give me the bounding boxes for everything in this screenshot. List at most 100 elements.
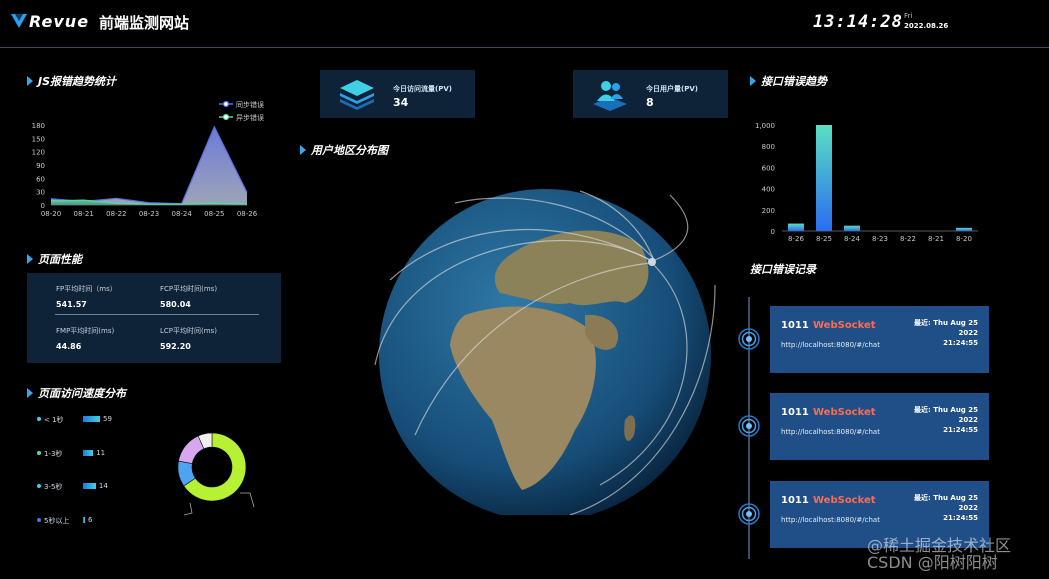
watermark: @稀土掘金技术社区 CSDN @阳树阳树 <box>867 537 1011 571</box>
error-url: http://localhost:8080/#/chat <box>781 516 880 524</box>
error-type: WebSocket <box>813 320 876 331</box>
legend-swatch-dot <box>222 113 230 121</box>
bar <box>788 223 804 231</box>
weekday: Fri <box>904 12 913 20</box>
section-map-title: 用户地区分布图 <box>311 144 388 157</box>
user-region-globe[interactable] <box>370 185 740 515</box>
users-icon <box>593 81 627 111</box>
bar <box>844 225 860 231</box>
legend-label: 同步错误 <box>236 100 264 109</box>
section-marker-icon <box>27 388 33 398</box>
error-time: 最近: Thu Aug 25 2022 21:24:55 <box>898 405 978 435</box>
x-tick-label: 8-21 <box>928 235 944 243</box>
section-marker-icon <box>27 76 33 86</box>
section-perf-title: 页面性能 <box>38 253 82 266</box>
globe-hotspot <box>648 258 656 266</box>
timeline-node-icon <box>738 415 760 437</box>
x-tick-label: 08-24 <box>171 210 192 218</box>
timeline-node-icon <box>738 328 760 350</box>
fp-label: FP平均时间（ms） <box>56 285 117 293</box>
speed-dot <box>37 518 41 522</box>
x-tick-label: 8-20 <box>956 235 972 243</box>
fmp-value: 44.86 <box>56 342 82 351</box>
fcp-label: FCP平均时间(ms) <box>160 285 218 293</box>
lcp-value: 592.20 <box>160 342 191 351</box>
x-tick-label: 08-25 <box>204 210 224 218</box>
error-time-line1: 最近: Thu Aug 25 2022 <box>913 494 978 512</box>
watermark-line2: CSDN @阳树阳树 <box>867 553 998 572</box>
error-code: 1011 <box>781 407 809 418</box>
error-time-line1: 最近: Thu Aug 25 2022 <box>913 406 978 424</box>
section-marker-icon <box>300 145 306 155</box>
speed-bar <box>83 517 85 523</box>
error-code: 1011 <box>781 495 809 506</box>
lcp-label: LCP平均时间(ms) <box>160 327 217 335</box>
series-area <box>51 126 247 205</box>
pv-label: 今日访问流量(PV) <box>393 85 452 93</box>
speed-bar <box>83 450 94 456</box>
donut-leader-line <box>183 502 193 516</box>
speed-label: 3-5秒 <box>44 483 63 491</box>
speed-label: 5秒以上 <box>44 517 70 525</box>
error-time-line1: 最近: Thu Aug 25 2022 <box>913 319 978 337</box>
perf-divider <box>55 314 259 315</box>
legend-swatch-dot <box>222 100 230 108</box>
pv-stat-card: 今日访问流量(PV) 34 <box>320 70 475 118</box>
section-api-trend: 接口错误趋势 <box>750 73 827 89</box>
pv-value: 34 <box>393 96 409 109</box>
section-api-trend-title: 接口错误趋势 <box>761 75 827 88</box>
section-map: 用户地区分布图 <box>300 142 388 158</box>
y-tick-label: 150 <box>32 135 45 143</box>
brand-name: Revue <box>29 12 90 31</box>
section-js-trend: JS报错趋势统计 <box>27 73 116 89</box>
y-tick-label: 800 <box>762 143 775 151</box>
section-marker-icon <box>750 76 756 86</box>
layers-icon <box>340 80 374 110</box>
clock: 13:14:28 <box>813 12 903 32</box>
error-record-card[interactable]: 1011 WebSocket 最近: Thu Aug 25 2022 21:24:55… <box>770 393 989 460</box>
x-tick-label: 8-25 <box>816 235 832 243</box>
error-code: 1011 <box>781 320 809 331</box>
y-tick-label: 120 <box>32 149 45 157</box>
x-tick-label: 08-23 <box>139 210 159 218</box>
speed-dot <box>37 484 41 488</box>
y-tick-label: 90 <box>36 162 45 170</box>
js-error-trend-chart: 0 30 60 90 120 150 180 08-20 08-21 08-22 08-23 08-2… <box>32 100 264 218</box>
y-tick-label: 0 <box>771 228 775 236</box>
speed-label: < 1秒 <box>44 416 64 424</box>
site-title: 前端监测网站 <box>99 14 190 32</box>
x-tick-label: 08-20 <box>41 210 61 218</box>
error-time-line2: 21:24:55 <box>943 426 978 434</box>
speed-bar <box>83 416 100 422</box>
fmp-label: FMP平均时间(ms) <box>56 327 115 335</box>
speed-dot <box>37 451 41 455</box>
x-tick-label: 08-22 <box>106 210 126 218</box>
legend-label: 异步错误 <box>236 113 264 122</box>
error-time-line2: 21:24:55 <box>943 514 978 522</box>
error-time: 最近: Thu Aug 25 2022 21:24:55 <box>898 493 978 523</box>
y-tick-label: 1,000 <box>755 122 775 130</box>
bar <box>816 125 832 231</box>
donut-leader-line <box>240 492 255 508</box>
speed-label: 1-3秒 <box>44 450 63 458</box>
watermark-line1: @稀土掘金技术社区 <box>867 536 1012 555</box>
performance-panel: FP平均时间（ms） 541.57 FCP平均时间(ms) 580.04 FMP… <box>27 273 281 363</box>
y-tick-label: 400 <box>762 186 775 194</box>
speed-bar <box>83 483 96 489</box>
section-api-log: 接口错误记录 <box>750 261 816 277</box>
speed-value: 14 <box>98 482 108 490</box>
y-tick-label: 60 <box>36 175 45 183</box>
x-tick-label: 8-22 <box>900 235 916 243</box>
date: 2022.08.26 <box>904 22 949 30</box>
speed-value: 59 <box>103 415 112 423</box>
timeline-node-icon <box>738 503 760 525</box>
section-marker-icon <box>27 254 33 264</box>
section-perf: 页面性能 <box>27 251 82 267</box>
error-url: http://localhost:8080/#/chat <box>781 341 880 349</box>
error-url: http://localhost:8080/#/chat <box>781 428 880 436</box>
error-record-card[interactable]: 1011 WebSocket 最近: Thu Aug 25 2022 21:24:55… <box>770 306 989 373</box>
y-tick-label: 180 <box>32 122 45 130</box>
fp-value: 541.57 <box>56 300 87 309</box>
speed-donut-chart <box>177 432 255 516</box>
uv-stat-card: 今日用户量(PV) 8 <box>573 70 728 118</box>
